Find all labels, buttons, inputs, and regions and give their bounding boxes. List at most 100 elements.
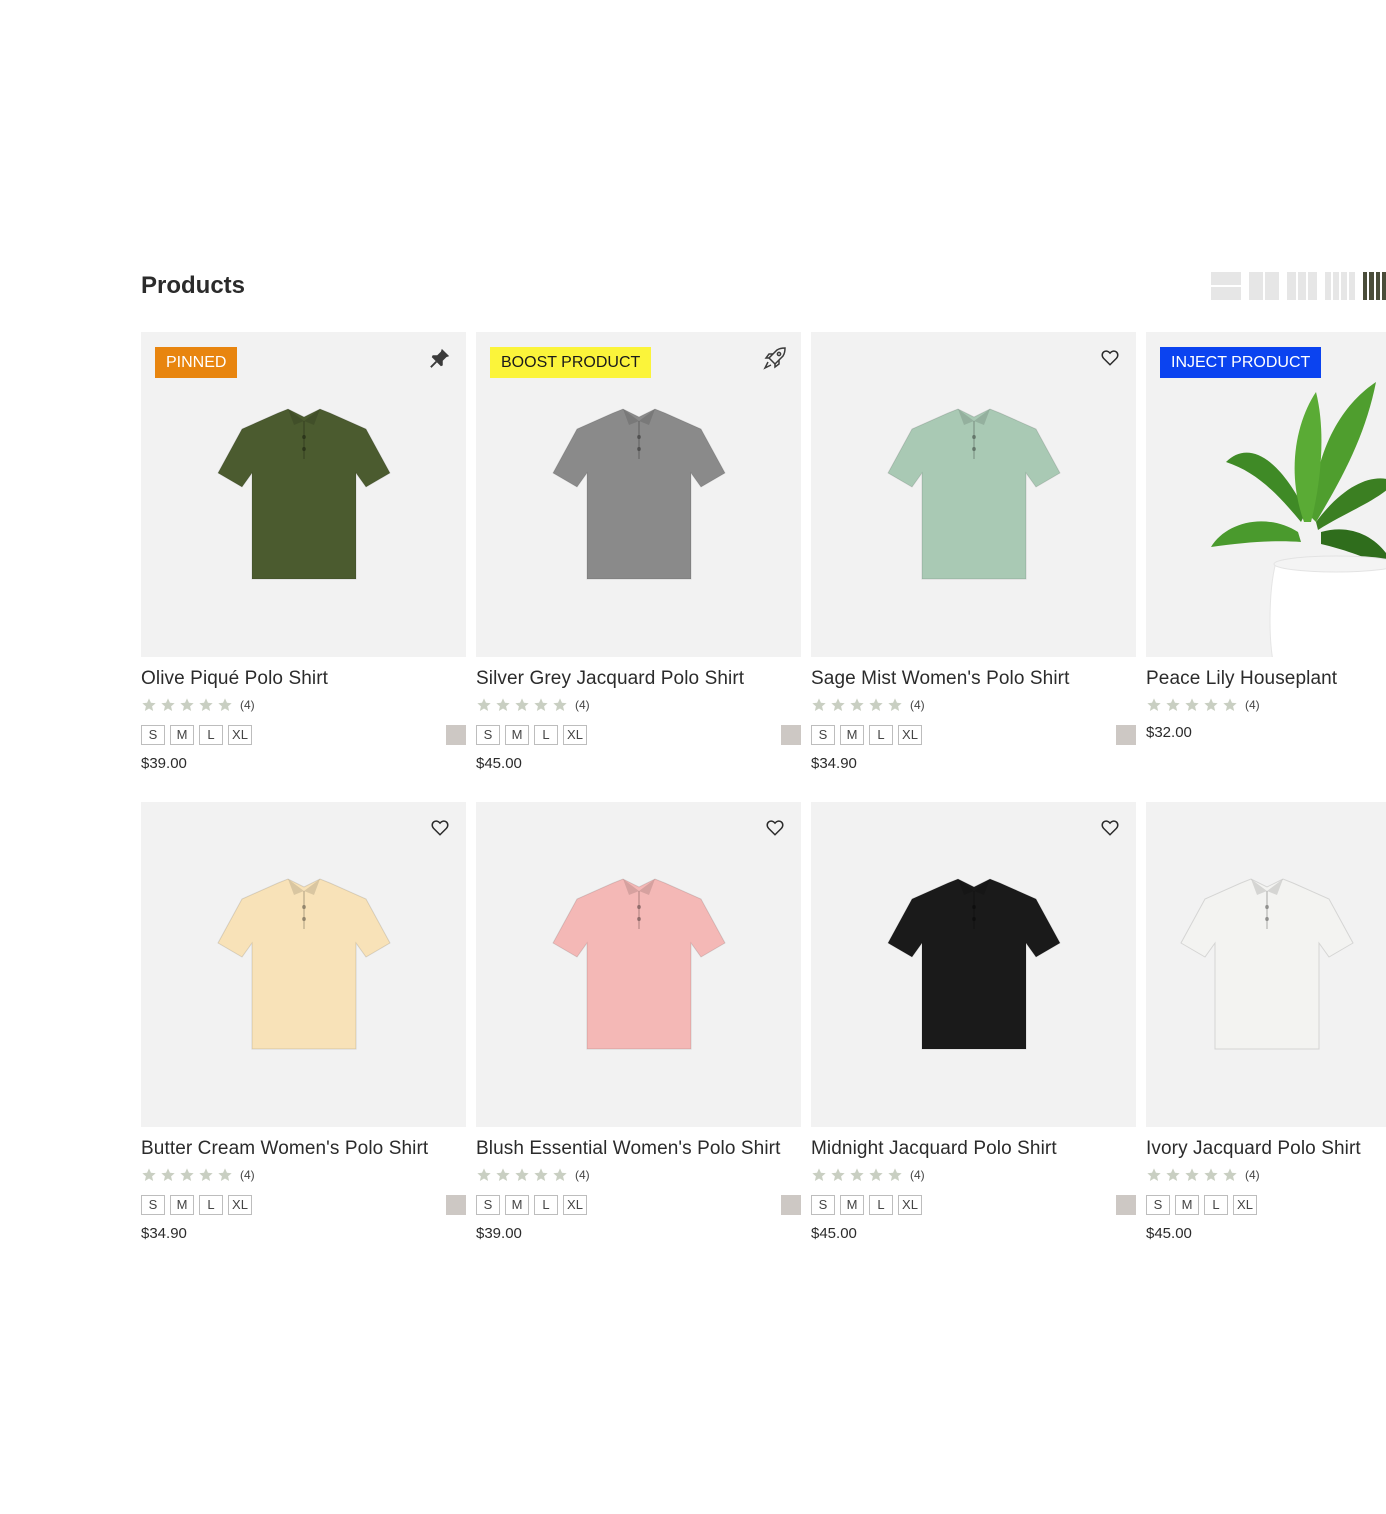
product-options: S M L XL: [476, 1195, 801, 1215]
size-option[interactable]: M: [1175, 1195, 1199, 1215]
star-icon: [830, 1167, 846, 1183]
size-option[interactable]: L: [534, 1195, 558, 1215]
star-icon: [849, 1167, 865, 1183]
rocket-icon[interactable]: [763, 346, 787, 370]
heart-icon[interactable]: [1098, 816, 1122, 840]
heart-icon[interactable]: [428, 816, 452, 840]
star-icon: [160, 697, 176, 713]
product-image[interactable]: BOOST PRODUCT: [476, 332, 801, 657]
rating-count: (4): [1245, 698, 1260, 712]
product-card[interactable]: Blush Essential Women's Polo Shirt (4) S M L…: [476, 802, 801, 1242]
rating-count: (4): [575, 698, 590, 712]
size-option[interactable]: L: [199, 725, 223, 745]
product-card[interactable]: Ivory Jacquard Polo Shirt (4) S M L XL $45.00: [1146, 802, 1386, 1242]
product-name[interactable]: Blush Essential Women's Polo Shirt: [476, 1138, 801, 1160]
color-swatch[interactable]: [446, 1195, 466, 1215]
product-name[interactable]: Butter Cream Women's Polo Shirt: [141, 1138, 466, 1160]
size-option[interactable]: XL: [898, 1195, 922, 1215]
size-option[interactable]: M: [505, 725, 529, 745]
pin-icon[interactable]: [428, 346, 452, 370]
product-image[interactable]: [476, 802, 801, 1127]
size-option[interactable]: S: [811, 1195, 835, 1215]
star-icon: [1184, 697, 1200, 713]
product-card[interactable]: INJECT PRODUCT Peace Lily Houseplant (4) $3…: [1146, 332, 1386, 772]
product-options: S M L XL: [1146, 1195, 1386, 1215]
star-icon: [476, 1167, 492, 1183]
product-image[interactable]: PINNED: [141, 332, 466, 657]
heart-icon[interactable]: [763, 816, 787, 840]
product-name[interactable]: Midnight Jacquard Polo Shirt: [811, 1138, 1136, 1160]
star-icon: [887, 697, 903, 713]
polo-shirt-image: [551, 407, 727, 583]
product-rating: (4): [1146, 1167, 1386, 1183]
size-option[interactable]: L: [534, 725, 558, 745]
product-row: PINNED Olive Piqué Polo Shirt (4) S M L XL $39.…: [141, 332, 1386, 772]
product-price: $39.00: [476, 1225, 522, 1242]
color-swatch[interactable]: [1116, 1195, 1136, 1215]
size-option[interactable]: M: [505, 1195, 529, 1215]
product-image[interactable]: [811, 802, 1136, 1127]
product-image[interactable]: INJECT PRODUCT: [1146, 332, 1386, 657]
product-rating: (4): [476, 1167, 801, 1183]
size-option[interactable]: S: [476, 725, 500, 745]
layout-1-col-button[interactable]: [1211, 272, 1241, 300]
star-icon: [217, 697, 233, 713]
layout-5-col-button[interactable]: [1363, 272, 1386, 300]
size-option[interactable]: XL: [563, 725, 587, 745]
size-option[interactable]: XL: [898, 725, 922, 745]
size-option[interactable]: M: [170, 725, 194, 745]
layout-3-col-button[interactable]: [1287, 272, 1318, 300]
size-option[interactable]: M: [170, 1195, 194, 1215]
star-icon: [887, 1167, 903, 1183]
product-options: S M L XL: [811, 1195, 1136, 1215]
product-name[interactable]: Peace Lily Houseplant: [1146, 668, 1386, 690]
product-row: Butter Cream Women's Polo Shirt (4) S M L XL $…: [141, 802, 1386, 1242]
size-option[interactable]: L: [199, 1195, 223, 1215]
layout-4-col-button[interactable]: [1325, 272, 1355, 300]
product-card[interactable]: BOOST PRODUCT Silver Grey Jacquard Polo S…: [476, 332, 801, 772]
product-price: $39.00: [141, 755, 187, 772]
size-option[interactable]: XL: [1233, 1195, 1257, 1215]
size-option[interactable]: S: [476, 1195, 500, 1215]
size-option[interactable]: S: [811, 725, 835, 745]
product-rating: (4): [811, 697, 1136, 713]
size-option[interactable]: L: [869, 725, 893, 745]
color-swatch[interactable]: [1116, 725, 1136, 745]
size-option[interactable]: M: [840, 725, 864, 745]
product-price: $45.00: [476, 755, 522, 772]
size-option[interactable]: S: [1146, 1195, 1170, 1215]
star-icon: [868, 697, 884, 713]
product-name[interactable]: Silver Grey Jacquard Polo Shirt: [476, 668, 801, 690]
size-option[interactable]: L: [869, 1195, 893, 1215]
size-option[interactable]: L: [1204, 1195, 1228, 1215]
polo-shirt-image: [886, 407, 1062, 583]
product-card[interactable]: Butter Cream Women's Polo Shirt (4) S M L XL $…: [141, 802, 466, 1242]
star-icon: [179, 1167, 195, 1183]
size-option[interactable]: XL: [228, 1195, 252, 1215]
size-option[interactable]: XL: [228, 725, 252, 745]
product-image[interactable]: [141, 802, 466, 1127]
heart-icon[interactable]: [1098, 346, 1122, 370]
product-name[interactable]: Olive Piqué Polo Shirt: [141, 668, 466, 690]
size-option[interactable]: S: [141, 725, 165, 745]
color-swatch[interactable]: [781, 725, 801, 745]
product-card[interactable]: Sage Mist Women's Polo Shirt (4) S M L XL $34.…: [811, 332, 1136, 772]
product-name[interactable]: Sage Mist Women's Polo Shirt: [811, 668, 1136, 690]
product-card[interactable]: PINNED Olive Piqué Polo Shirt (4) S M L XL $39.…: [141, 332, 466, 772]
size-option[interactable]: M: [840, 1195, 864, 1215]
product-price: $32.00: [1146, 724, 1192, 741]
page-title: Products: [141, 272, 246, 299]
product-image[interactable]: [811, 332, 1136, 657]
product-name[interactable]: Ivory Jacquard Polo Shirt: [1146, 1138, 1386, 1160]
star-icon: [514, 697, 530, 713]
star-icon: [868, 1167, 884, 1183]
product-card[interactable]: Midnight Jacquard Polo Shirt (4) S M L XL $45.…: [811, 802, 1136, 1242]
layout-2-col-button[interactable]: [1249, 272, 1279, 300]
size-option[interactable]: XL: [563, 1195, 587, 1215]
size-option[interactable]: S: [141, 1195, 165, 1215]
color-swatch[interactable]: [446, 725, 466, 745]
product-image[interactable]: [1146, 802, 1386, 1127]
star-icon: [476, 697, 492, 713]
product-rating: (4): [141, 1167, 466, 1183]
color-swatch[interactable]: [781, 1195, 801, 1215]
